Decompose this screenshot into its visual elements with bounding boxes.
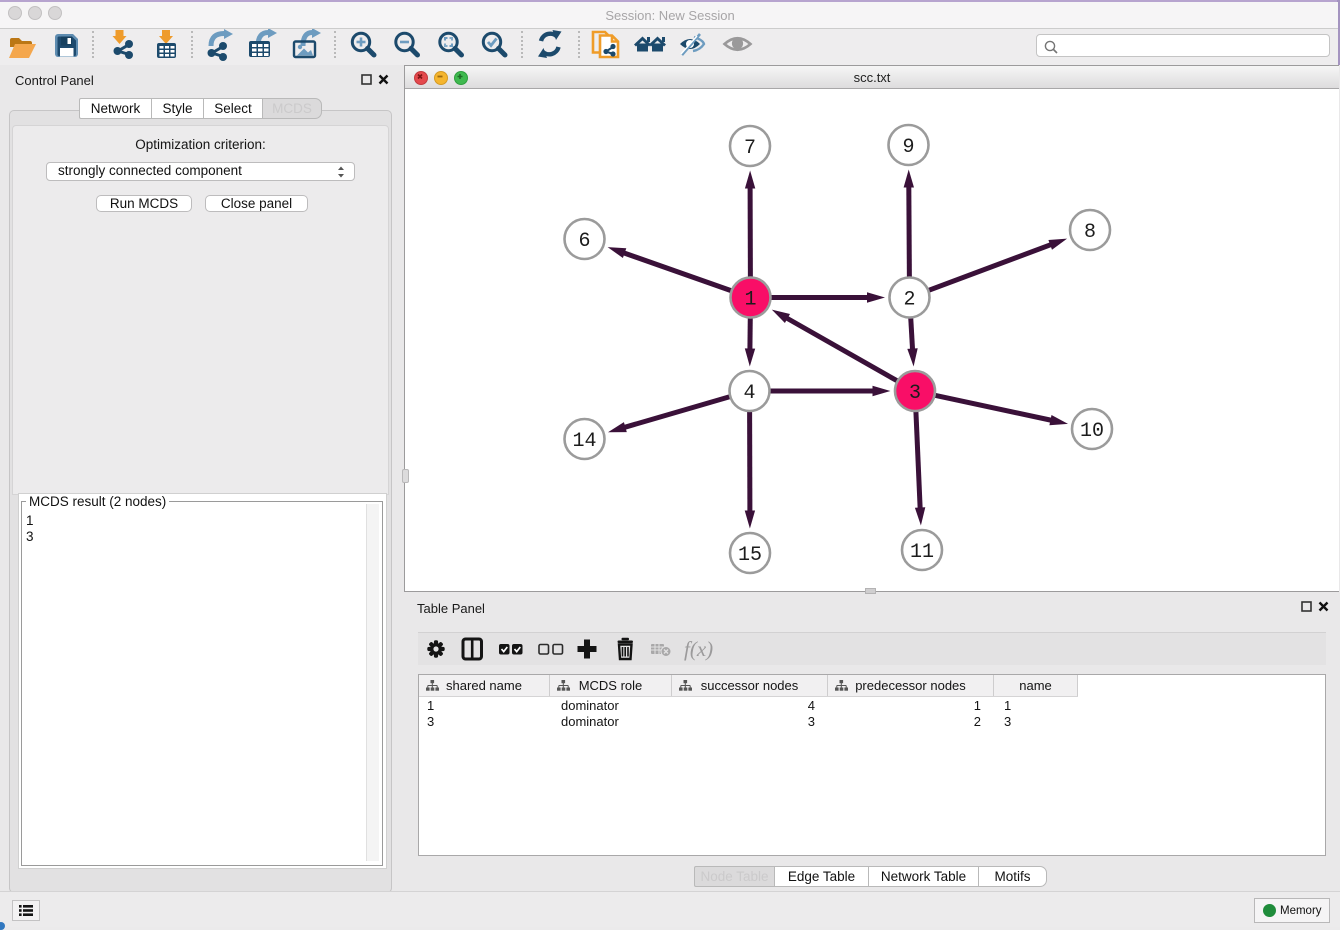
svg-text:9: 9: [902, 136, 914, 159]
svg-text:1: 1: [744, 289, 756, 312]
svg-text:6: 6: [578, 230, 590, 253]
svg-text:14: 14: [572, 430, 596, 453]
svg-text:7: 7: [744, 137, 756, 160]
svg-text:11: 11: [910, 541, 934, 564]
svg-text:4: 4: [743, 382, 755, 405]
svg-text:2: 2: [903, 289, 915, 312]
svg-text:8: 8: [1084, 221, 1096, 244]
svg-text:f(x): f(x): [684, 637, 713, 661]
svg-text:3: 3: [909, 382, 921, 405]
svg-text:10: 10: [1080, 420, 1104, 443]
svg-text:15: 15: [738, 544, 762, 567]
